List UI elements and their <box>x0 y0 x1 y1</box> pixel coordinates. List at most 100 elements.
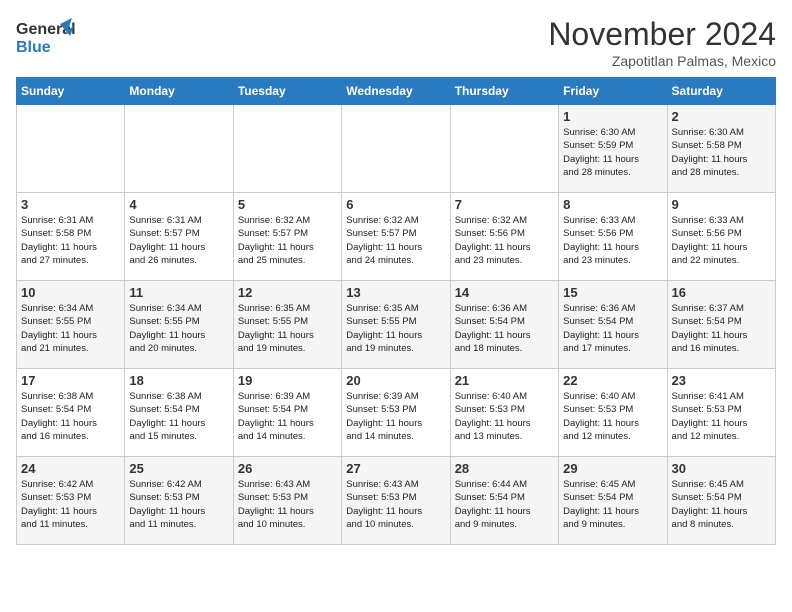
day-number: 3 <box>21 197 120 212</box>
title-block: November 2024 Zapotitlan Palmas, Mexico <box>548 16 776 69</box>
day-info: Sunrise: 6:32 AM Sunset: 5:57 PM Dayligh… <box>238 214 337 267</box>
calendar-cell: 21 Sunrise: 6:40 AM Sunset: 5:53 PM Dayli… <box>450 369 558 457</box>
day-of-week-header: Tuesday <box>233 78 341 105</box>
day-number: 28 <box>455 461 554 476</box>
calendar-cell <box>233 105 341 193</box>
calendar-week-row: 3 Sunrise: 6:31 AM Sunset: 5:58 PM Daylig… <box>17 193 776 281</box>
day-info: Sunrise: 6:39 AM Sunset: 5:53 PM Dayligh… <box>346 390 445 443</box>
calendar-cell: 17 Sunrise: 6:38 AM Sunset: 5:54 PM Dayli… <box>17 369 125 457</box>
calendar-cell: 24 Sunrise: 6:42 AM Sunset: 5:53 PM Dayli… <box>17 457 125 545</box>
day-info: Sunrise: 6:43 AM Sunset: 5:53 PM Dayligh… <box>346 478 445 531</box>
calendar-cell: 27 Sunrise: 6:43 AM Sunset: 5:53 PM Dayli… <box>342 457 450 545</box>
day-info: Sunrise: 6:42 AM Sunset: 5:53 PM Dayligh… <box>129 478 228 531</box>
calendar-cell: 8Sunrise: 6:33 AM Sunset: 5:56 PM Daylig… <box>559 193 667 281</box>
calendar-week-row: 24 Sunrise: 6:42 AM Sunset: 5:53 PM Dayli… <box>17 457 776 545</box>
calendar-cell: 19 Sunrise: 6:39 AM Sunset: 5:54 PM Dayli… <box>233 369 341 457</box>
day-number: 19 <box>238 373 337 388</box>
day-info: Sunrise: 6:44 AM Sunset: 5:54 PM Dayligh… <box>455 478 554 531</box>
day-number: 23 <box>672 373 771 388</box>
day-number: 29 <box>563 461 662 476</box>
day-number: 1 <box>563 109 662 124</box>
calendar-week-row: 17 Sunrise: 6:38 AM Sunset: 5:54 PM Dayli… <box>17 369 776 457</box>
day-info: Sunrise: 6:31 AM Sunset: 5:58 PM Dayligh… <box>21 214 120 267</box>
calendar-cell: 30 Sunrise: 6:45 AM Sunset: 5:54 PM Dayli… <box>667 457 775 545</box>
day-info: Sunrise: 6:34 AM Sunset: 5:55 PM Dayligh… <box>129 302 228 355</box>
day-info: Sunrise: 6:35 AM Sunset: 5:55 PM Dayligh… <box>238 302 337 355</box>
page-header: GeneralBlue November 2024 Zapotitlan Pal… <box>16 16 776 69</box>
day-of-week-header: Friday <box>559 78 667 105</box>
calendar-cell: 20 Sunrise: 6:39 AM Sunset: 5:53 PM Dayli… <box>342 369 450 457</box>
location-subtitle: Zapotitlan Palmas, Mexico <box>548 53 776 69</box>
day-number: 15 <box>563 285 662 300</box>
day-of-week-header: Monday <box>125 78 233 105</box>
calendar-cell: 6 Sunrise: 6:32 AM Sunset: 5:57 PM Daylig… <box>342 193 450 281</box>
day-info: Sunrise: 6:32 AM Sunset: 5:57 PM Dayligh… <box>346 214 445 267</box>
day-info: Sunrise: 6:41 AM Sunset: 5:53 PM Dayligh… <box>672 390 771 443</box>
day-number: 12 <box>238 285 337 300</box>
calendar-cell: 11 Sunrise: 6:34 AM Sunset: 5:55 PM Dayli… <box>125 281 233 369</box>
day-number: 26 <box>238 461 337 476</box>
calendar-header-row: SundayMondayTuesdayWednesdayThursdayFrid… <box>17 78 776 105</box>
day-number: 22 <box>563 373 662 388</box>
day-number: 21 <box>455 373 554 388</box>
day-number: 10 <box>21 285 120 300</box>
calendar-cell: 5Sunrise: 6:32 AM Sunset: 5:57 PM Daylig… <box>233 193 341 281</box>
day-number: 7 <box>455 197 554 212</box>
calendar-cell <box>125 105 233 193</box>
day-of-week-header: Thursday <box>450 78 558 105</box>
day-number: 24 <box>21 461 120 476</box>
day-number: 14 <box>455 285 554 300</box>
day-number: 9 <box>672 197 771 212</box>
calendar-cell: 3 Sunrise: 6:31 AM Sunset: 5:58 PM Daylig… <box>17 193 125 281</box>
calendar-cell <box>450 105 558 193</box>
day-info: Sunrise: 6:45 AM Sunset: 5:54 PM Dayligh… <box>563 478 662 531</box>
calendar-week-row: 1Sunrise: 6:30 AM Sunset: 5:59 PM Daylig… <box>17 105 776 193</box>
day-info: Sunrise: 6:38 AM Sunset: 5:54 PM Dayligh… <box>129 390 228 443</box>
day-number: 25 <box>129 461 228 476</box>
calendar-cell: 29 Sunrise: 6:45 AM Sunset: 5:54 PM Dayli… <box>559 457 667 545</box>
day-info: Sunrise: 6:31 AM Sunset: 5:57 PM Dayligh… <box>129 214 228 267</box>
month-title: November 2024 <box>548 16 776 53</box>
calendar-cell <box>17 105 125 193</box>
day-number: 27 <box>346 461 445 476</box>
day-info: Sunrise: 6:40 AM Sunset: 5:53 PM Dayligh… <box>563 390 662 443</box>
calendar-table: SundayMondayTuesdayWednesdayThursdayFrid… <box>16 77 776 545</box>
day-number: 4 <box>129 197 228 212</box>
calendar-cell: 18Sunrise: 6:38 AM Sunset: 5:54 PM Dayli… <box>125 369 233 457</box>
day-info: Sunrise: 6:39 AM Sunset: 5:54 PM Dayligh… <box>238 390 337 443</box>
logo-svg: GeneralBlue <box>16 16 76 60</box>
logo: GeneralBlue <box>16 16 76 60</box>
day-info: Sunrise: 6:45 AM Sunset: 5:54 PM Dayligh… <box>672 478 771 531</box>
calendar-cell: 25 Sunrise: 6:42 AM Sunset: 5:53 PM Dayli… <box>125 457 233 545</box>
day-info: Sunrise: 6:38 AM Sunset: 5:54 PM Dayligh… <box>21 390 120 443</box>
day-info: Sunrise: 6:36 AM Sunset: 5:54 PM Dayligh… <box>563 302 662 355</box>
day-number: 6 <box>346 197 445 212</box>
calendar-cell: 15 Sunrise: 6:36 AM Sunset: 5:54 PM Dayli… <box>559 281 667 369</box>
day-info: Sunrise: 6:32 AM Sunset: 5:56 PM Dayligh… <box>455 214 554 267</box>
svg-text:Blue: Blue <box>16 39 51 56</box>
calendar-cell: 28 Sunrise: 6:44 AM Sunset: 5:54 PM Dayli… <box>450 457 558 545</box>
day-number: 17 <box>21 373 120 388</box>
day-info: Sunrise: 6:34 AM Sunset: 5:55 PM Dayligh… <box>21 302 120 355</box>
day-number: 16 <box>672 285 771 300</box>
calendar-cell: 13Sunrise: 6:35 AM Sunset: 5:55 PM Dayli… <box>342 281 450 369</box>
day-number: 30 <box>672 461 771 476</box>
calendar-cell: 23 Sunrise: 6:41 AM Sunset: 5:53 PM Dayli… <box>667 369 775 457</box>
calendar-cell: 22 Sunrise: 6:40 AM Sunset: 5:53 PM Dayli… <box>559 369 667 457</box>
day-info: Sunrise: 6:40 AM Sunset: 5:53 PM Dayligh… <box>455 390 554 443</box>
day-info: Sunrise: 6:36 AM Sunset: 5:54 PM Dayligh… <box>455 302 554 355</box>
day-of-week-header: Sunday <box>17 78 125 105</box>
calendar-cell: 1Sunrise: 6:30 AM Sunset: 5:59 PM Daylig… <box>559 105 667 193</box>
calendar-cell: 7 Sunrise: 6:32 AM Sunset: 5:56 PM Daylig… <box>450 193 558 281</box>
day-info: Sunrise: 6:42 AM Sunset: 5:53 PM Dayligh… <box>21 478 120 531</box>
calendar-cell: 9 Sunrise: 6:33 AM Sunset: 5:56 PM Daylig… <box>667 193 775 281</box>
calendar-cell: 16 Sunrise: 6:37 AM Sunset: 5:54 PM Dayli… <box>667 281 775 369</box>
day-info: Sunrise: 6:37 AM Sunset: 5:54 PM Dayligh… <box>672 302 771 355</box>
day-of-week-header: Saturday <box>667 78 775 105</box>
day-number: 11 <box>129 285 228 300</box>
calendar-cell: 2Sunrise: 6:30 AM Sunset: 5:58 PM Daylig… <box>667 105 775 193</box>
calendar-cell: 12 Sunrise: 6:35 AM Sunset: 5:55 PM Dayli… <box>233 281 341 369</box>
day-info: Sunrise: 6:33 AM Sunset: 5:56 PM Dayligh… <box>672 214 771 267</box>
day-number: 13 <box>346 285 445 300</box>
day-number: 20 <box>346 373 445 388</box>
